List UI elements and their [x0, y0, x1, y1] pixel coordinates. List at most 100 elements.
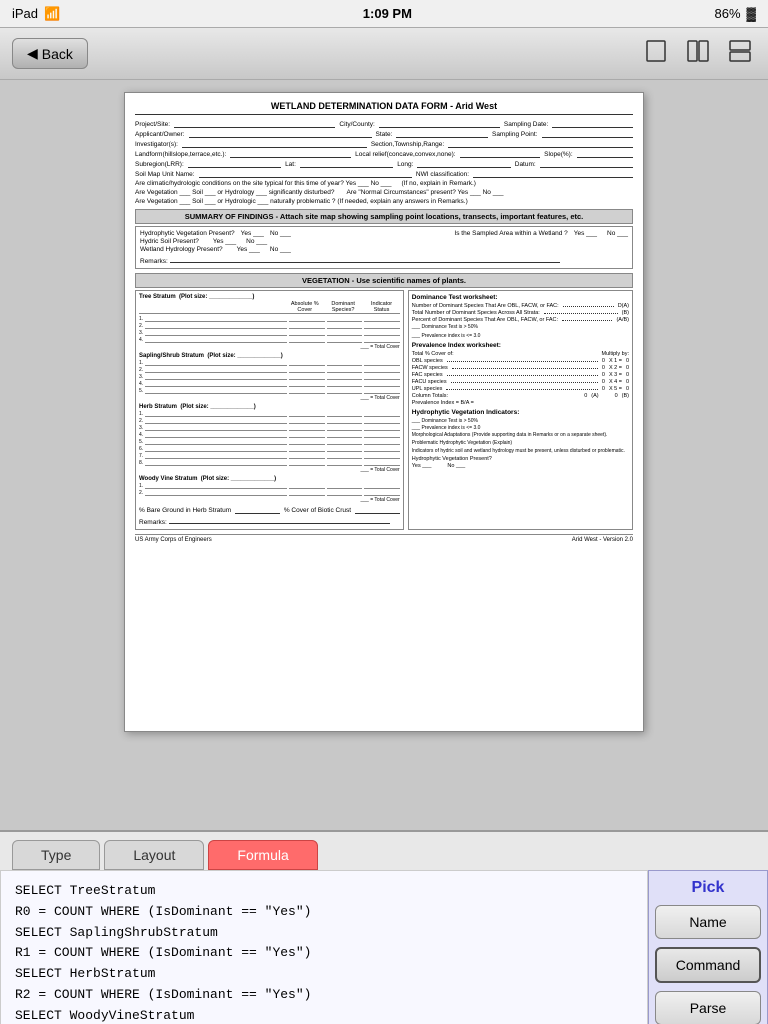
side-panel: Pick Name Command Parse — [648, 870, 768, 1024]
col-header-name — [139, 301, 285, 313]
dominance-test-header: Dominance Test worksheet: — [412, 294, 629, 301]
col-header-ind: Indicator Status — [363, 301, 399, 313]
project-label: Project/Site: — [135, 121, 170, 128]
status-left: iPad 📶 — [12, 6, 60, 22]
prevalence-formula: Prevalence Index = B/A = — [412, 400, 629, 406]
veg-remarks-row: Remarks: — [139, 516, 400, 526]
panel-body: SELECT TreeStratum R0 = COUNT WHERE (IsD… — [0, 870, 768, 1024]
form-row-veg-soil2: Are Vegetation ___ Soil ___ or Hydrologi… — [135, 198, 633, 205]
back-button[interactable]: ◀ Back — [12, 38, 88, 69]
sampling-point-label: Sampling Point: — [492, 131, 538, 138]
herb-plot-size: (Plot size: _____________) — [180, 404, 255, 410]
footer-right: Arid West - Version 2.0 — [572, 537, 633, 543]
parse-button[interactable]: Parse — [655, 991, 761, 1024]
local-relief-label: Local relief(concave,convex,none): — [355, 151, 455, 158]
summary-box: Hydrophytic Vegetation Present? Yes ___ … — [135, 226, 633, 269]
applicant-label: Applicant/Owner: — [135, 131, 185, 138]
tab-layout[interactable]: Layout — [104, 840, 204, 870]
facw-mult: X 2 = — [609, 365, 622, 371]
herb-row-8: 8. — [139, 460, 400, 466]
hydrophytic-indicators-header: Hydrophytic Vegetation Indicators: — [412, 409, 629, 416]
upl-result: 0 — [626, 386, 629, 392]
prevalence-index-3: ___ Prevalence index is <= 3.0 — [412, 425, 629, 431]
subregion-label: Subregion(LRR): — [135, 161, 184, 168]
dominance-test-50: ___ Dominance Test is > 50% — [412, 418, 629, 424]
facu-mult: X 4 = — [609, 379, 622, 385]
upl-mult: X 5 = — [609, 386, 622, 392]
col-b-val: 0 — [615, 393, 618, 399]
form-row-applicant: Applicant/Owner: State: Sampling Point: — [135, 130, 633, 138]
city-label: City/County: — [339, 121, 374, 128]
form-title: WETLAND DETERMINATION DATA FORM - Arid W… — [135, 101, 633, 115]
long-label: Long: — [397, 161, 413, 168]
col-header-dom: Dominant Species? — [325, 301, 361, 313]
layout-split-v-icon[interactable] — [682, 35, 714, 73]
dominant-species-row: Number of Dominant Species That Are OBL,… — [412, 303, 629, 309]
tree-total-cover: ___ = Total Cover — [139, 344, 400, 350]
col-b-label: (B) — [622, 393, 629, 399]
climatic-note: (If no, explain in Remark.) — [402, 180, 476, 187]
hydric-soil-label: Hydric Soil Present? — [140, 238, 199, 245]
code-line-2: R0 = COUNT WHERE (IsDominant == "Yes") — [15, 902, 633, 923]
wetland-hydro-label: Wetland Hydrology Present? — [140, 246, 223, 253]
layout-split-h-icon[interactable] — [724, 35, 756, 73]
summary-row-hydric-soil: Hydric Soil Present? Yes ___ No ___ — [140, 238, 628, 245]
tab-type[interactable]: Type — [12, 840, 100, 870]
code-line-6: R2 = COUNT WHERE (IsDominant == "Yes") — [15, 985, 633, 1006]
herb-row-3: 3. — [139, 425, 400, 431]
problematic-text: Problematic Hydrophytic Vegetation (Expl… — [412, 440, 629, 446]
facw-label: FACW species — [412, 365, 448, 371]
herb-total-cover: ___ = Total Cover — [139, 467, 400, 473]
col-header-abs: Absolute % Cover — [287, 301, 323, 313]
fac-row: FAC species 0 X 3 = 0 — [412, 372, 629, 378]
tab-bar: Type Layout Formula — [0, 832, 768, 870]
total-dominant-row: Total Number of Dominant Species Across … — [412, 310, 629, 316]
status-bar: iPad 📶 1:09 PM 86% ▓ — [0, 0, 768, 28]
tree-row-3: 3. — [139, 330, 400, 336]
section-label: Section,Township,Range: — [371, 141, 444, 148]
sapling-row-5: 5. — [139, 388, 400, 394]
hydrophytic-yes: Yes ___ — [241, 230, 264, 237]
code-line-7: SELECT WoodyVineStratum — [15, 1006, 633, 1024]
tab-formula[interactable]: Formula — [208, 840, 317, 870]
code-area[interactable]: SELECT TreeStratum R0 = COUNT WHERE (IsD… — [0, 870, 648, 1024]
form-row-veg-soil: Are Vegetation ___ Soil ___ or Hydrology… — [135, 189, 633, 196]
veg-left-panel: Tree Stratum (Plot size: _____________) … — [135, 290, 404, 530]
form-row-subregion: Subregion(LRR): Lat: Long: Datum: — [135, 160, 633, 168]
dominant-species-text: Number of Dominant Species That Are OBL,… — [412, 303, 559, 309]
woody-vine-row-2: 2. — [139, 490, 400, 496]
fac-label: FAC species — [412, 372, 443, 378]
code-line-1: SELECT TreeStratum — [15, 881, 633, 902]
code-line-5: SELECT HerbStratum — [15, 964, 633, 985]
col-a-label: (A) — [591, 393, 598, 399]
investigators-label: Investigator(s): — [135, 141, 178, 148]
device-label: iPad — [12, 6, 38, 21]
hydrophytic-label: Hydrophytic Vegetation Present? — [140, 230, 235, 237]
summary-header: SUMMARY OF FINDINGS - Attach site map sh… — [135, 209, 633, 224]
herb-row-7: 7. — [139, 453, 400, 459]
percent-ab: (A/B) — [616, 317, 629, 323]
facu-value: 0 — [602, 379, 605, 385]
tree-plot-size: (Plot size: _____________) — [179, 294, 254, 300]
total-b: (B) — [622, 310, 629, 316]
battery-pct: 86% — [714, 6, 740, 21]
status-right: 86% ▓ — [714, 6, 756, 21]
form-page: WETLAND DETERMINATION DATA FORM - Arid W… — [124, 92, 644, 732]
bare-ground-row: % Bare Ground in Herb Stratum % Cover of… — [139, 506, 400, 514]
hydrophytic-present-row: Hydrophytic Vegetation Present? — [412, 456, 629, 462]
sapling-row-1: 1. — [139, 360, 400, 366]
fac-mult: X 3 = — [609, 372, 622, 378]
form-footer: US Army Corps of Engineers Arid West - V… — [135, 534, 633, 543]
layout-single-icon[interactable] — [640, 35, 672, 73]
column-totals-row: Column Totals: 0 (A) 0 (B) — [412, 393, 629, 399]
biotic-crust-label: % Cover of Biotic Crust — [284, 507, 351, 514]
form-row-project: Project/Site: City/County: Sampling Date… — [135, 120, 633, 128]
upl-label: UPL species — [412, 386, 443, 392]
name-button[interactable]: Name — [655, 905, 761, 939]
dominance-note: ___ Dominance Test is > 50% — [412, 324, 629, 330]
form-row-soil-map: Soil Map Unit Name: NWI classification: — [135, 170, 633, 178]
multiply-by-label: Multiply by: — [601, 351, 629, 357]
command-button[interactable]: Command — [655, 947, 761, 983]
obl-row: OBL species 0 X 1 = 0 — [412, 358, 629, 364]
prevalence-index-header: Prevalence Index worksheet: — [412, 342, 629, 349]
